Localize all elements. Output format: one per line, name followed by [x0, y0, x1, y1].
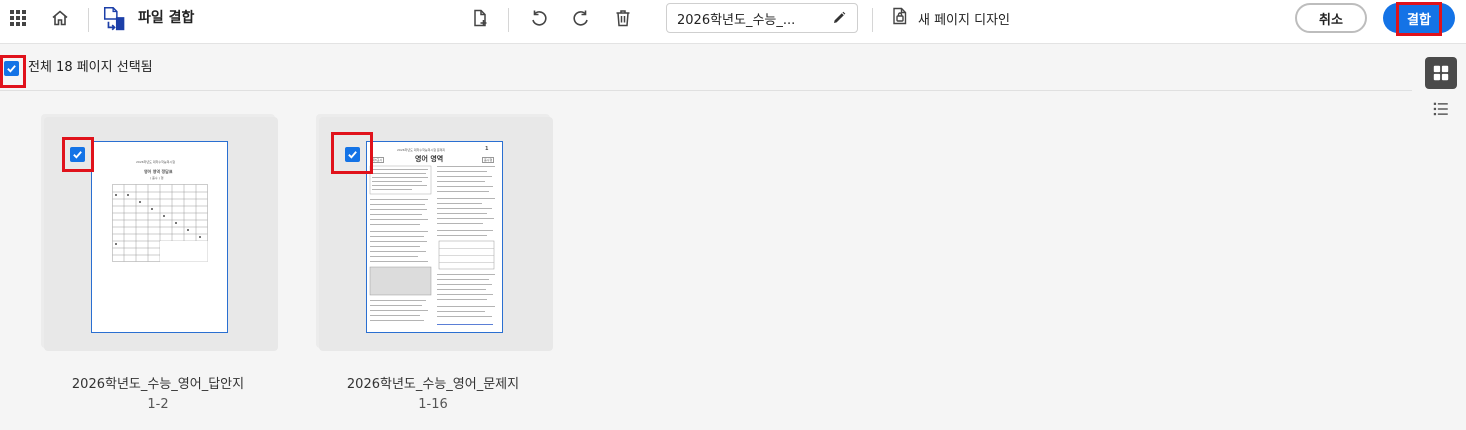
question-text-graphic [369, 165, 495, 325]
pencil-icon[interactable] [831, 10, 847, 26]
page-thumbnail: 2026학년도 대학수학능력시험 문제지 1 제3교시 영어 영역 홀수형 [366, 141, 503, 333]
combine-files-icon [100, 4, 130, 34]
top-toolbar: 파일 결합 2026학년도_수능_... 새 페이지 디자인 취소 결합 [0, 0, 1466, 44]
thumb-tag-left: 제3교시 [370, 157, 385, 163]
home-icon[interactable] [44, 2, 76, 34]
thumb-title: 영어 영역 정답표 [144, 169, 173, 174]
toolbar-divider [88, 8, 89, 32]
file-name: 2026학년도_수능_영어_답안지 [71, 377, 245, 392]
list-view-icon[interactable] [1429, 97, 1453, 121]
answer-table-graphic [112, 184, 208, 262]
divider [0, 90, 1412, 91]
undo-icon[interactable] [523, 2, 555, 34]
new-page-design-label: 새 페이지 디자인 [918, 12, 1010, 28]
checkmark-icon [348, 151, 357, 159]
select-all-checkbox[interactable] [4, 61, 19, 76]
toolbar-divider [508, 8, 509, 32]
redo-icon[interactable] [565, 2, 597, 34]
thumb-tag-right: 홀수형 [482, 157, 495, 163]
toolbar-divider [872, 8, 873, 32]
thumb-header: 2026학년도 대학수학능력시험 문제지 [397, 148, 446, 152]
filename-text: 2026학년도_수능_... [677, 12, 796, 28]
file-card[interactable]: 2026학년도 대학수학능력시험 문제지 1 제3교시 영어 영역 홀수형 [319, 117, 553, 351]
new-page-design-button[interactable]: 새 페이지 디자인 [890, 6, 1010, 30]
thumb-subtitle: ( 홀수 ) 형 [150, 176, 164, 180]
thumb-page-number: 1 [485, 146, 489, 152]
grid-view-icon[interactable] [1425, 57, 1457, 89]
filename-field[interactable]: 2026학년도_수능_... [666, 3, 858, 33]
file-name: 2026학년도_수능_영어_문제지 [346, 377, 520, 392]
apps-grid-icon[interactable] [2, 2, 34, 34]
selection-count-label: 전체 18 페이지 선택됨 [28, 60, 153, 75]
page-range: 1-2 [147, 397, 169, 412]
page-design-icon [890, 6, 910, 30]
cancel-button[interactable]: 취소 [1295, 3, 1367, 33]
checkmark-icon [73, 151, 82, 159]
add-file-icon[interactable] [464, 2, 496, 34]
checkmark-icon [7, 65, 16, 73]
page-range: 1-16 [418, 397, 448, 412]
file-checkbox[interactable] [70, 147, 85, 162]
file-card[interactable]: 2026학년도 대학수학능력시험 영어 영역 정답표 ( 홀수 ) 형 [44, 117, 278, 351]
thumb-title: 영어 영역 [415, 155, 444, 163]
file-checkbox[interactable] [345, 147, 360, 162]
trash-icon[interactable] [607, 2, 639, 34]
thumb-header: 2026학년도 대학수학능력시험 [136, 160, 175, 164]
app-title: 파일 결합 [138, 10, 195, 26]
combine-button[interactable]: 결합 [1383, 3, 1455, 33]
page-thumbnail: 2026학년도 대학수학능력시험 영어 영역 정답표 ( 홀수 ) 형 [91, 141, 228, 333]
